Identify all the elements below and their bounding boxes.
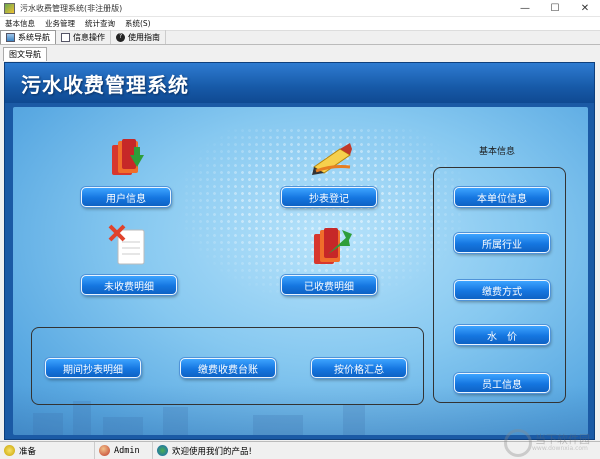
unit-info-button[interactable]: 本单位信息 bbox=[454, 187, 550, 207]
menu-statistics[interactable]: 统计查询 bbox=[80, 18, 120, 29]
navigation-panel: 污水收费管理系统 用户信息 抄表登记 未收费明细 已收费明细 期间抄表明细 缴费… bbox=[4, 62, 595, 440]
tab-info-operation[interactable]: 信息操作 bbox=[56, 30, 111, 44]
pencil-register-icon[interactable] bbox=[310, 137, 354, 177]
user-info-button[interactable]: 用户信息 bbox=[81, 187, 171, 207]
menu-system[interactable]: 系统(S) bbox=[120, 18, 156, 29]
status-user: Admin bbox=[114, 445, 140, 456]
header-band: 污水收费管理系统 bbox=[5, 63, 594, 103]
lightbulb-icon bbox=[4, 445, 15, 456]
status-message: 欢迎使用我们的产品! bbox=[172, 446, 252, 457]
industry-button[interactable]: 所属行业 bbox=[454, 233, 550, 253]
payment-ledger-button[interactable]: 缴费收费台账 bbox=[180, 358, 276, 378]
watermark: 当下软件园 www.downxia.com bbox=[504, 429, 590, 457]
user-folder-icon[interactable] bbox=[108, 137, 148, 181]
period-meter-detail-button[interactable]: 期间抄表明细 bbox=[45, 358, 141, 378]
help-icon: ? bbox=[116, 32, 125, 42]
meter-register-button[interactable]: 抄表登记 bbox=[281, 187, 377, 207]
watermark-subtext: www.downxia.com bbox=[532, 445, 588, 452]
status-bar: 准备 Admin 欢迎使用我们的产品! 当下软件园 www.downxia.co… bbox=[0, 429, 600, 459]
subtab-row: 图文导航 bbox=[0, 46, 600, 61]
status-message-segment: 欢迎使用我们的产品! bbox=[153, 442, 256, 459]
menu-business[interactable]: 业务管理 bbox=[40, 18, 80, 29]
navigation-icon bbox=[6, 33, 15, 42]
staff-info-button[interactable]: 员工信息 bbox=[454, 373, 550, 393]
app-icon bbox=[4, 2, 15, 14]
navigation-stage: 用户信息 抄表登记 未收费明细 已收费明细 期间抄表明细 缴费收费台账 按价格汇… bbox=[13, 107, 588, 435]
status-ready-segment: 准备 bbox=[0, 441, 95, 459]
water-price-button[interactable]: 水 价 bbox=[454, 325, 550, 345]
menu-bar: 基本信息 业务管理 统计查询 系统(S) bbox=[0, 17, 600, 30]
window-controls: — ☐ ✕ bbox=[510, 0, 600, 17]
title-bar: 污水收费管理系统(非注册版) — ☐ ✕ bbox=[0, 0, 600, 17]
unpaid-document-icon[interactable] bbox=[108, 224, 148, 268]
watermark-logo-icon bbox=[504, 429, 532, 457]
price-summary-button[interactable]: 按价格汇总 bbox=[311, 358, 407, 378]
tab-label: 信息操作 bbox=[73, 32, 105, 42]
globe-icon bbox=[157, 445, 168, 456]
close-button[interactable]: ✕ bbox=[570, 0, 600, 17]
window-title: 污水收费管理系统(非注册版) bbox=[20, 3, 123, 13]
tab-graphic-navigation[interactable]: 图文导航 bbox=[3, 47, 47, 61]
tab-system-navigation[interactable]: 系统导航 bbox=[0, 30, 56, 44]
menu-basic-info[interactable]: 基本信息 bbox=[0, 18, 40, 29]
tab-label: 系统导航 bbox=[18, 33, 50, 42]
document-icon bbox=[61, 32, 70, 42]
toolbar: 系统导航 信息操作 ? 使用指南 bbox=[0, 30, 600, 45]
user-icon bbox=[99, 445, 110, 456]
tab-user-guide[interactable]: ? 使用指南 bbox=[111, 30, 166, 44]
watermark-text: 当下软件园 bbox=[535, 433, 590, 446]
basic-info-title: 基本信息 bbox=[479, 147, 516, 157]
minimize-button[interactable]: — bbox=[510, 0, 540, 17]
paid-folder-icon[interactable] bbox=[310, 224, 354, 268]
system-title: 污水收费管理系统 bbox=[21, 73, 189, 97]
status-ready: 准备 bbox=[19, 446, 37, 457]
tab-label: 使用指南 bbox=[128, 32, 160, 42]
maximize-button[interactable]: ☐ bbox=[540, 0, 570, 17]
unpaid-detail-button[interactable]: 未收费明细 bbox=[81, 275, 177, 295]
payment-method-button[interactable]: 缴费方式 bbox=[454, 280, 550, 300]
status-user-segment: Admin bbox=[95, 441, 153, 459]
paid-detail-button[interactable]: 已收费明细 bbox=[281, 275, 377, 295]
